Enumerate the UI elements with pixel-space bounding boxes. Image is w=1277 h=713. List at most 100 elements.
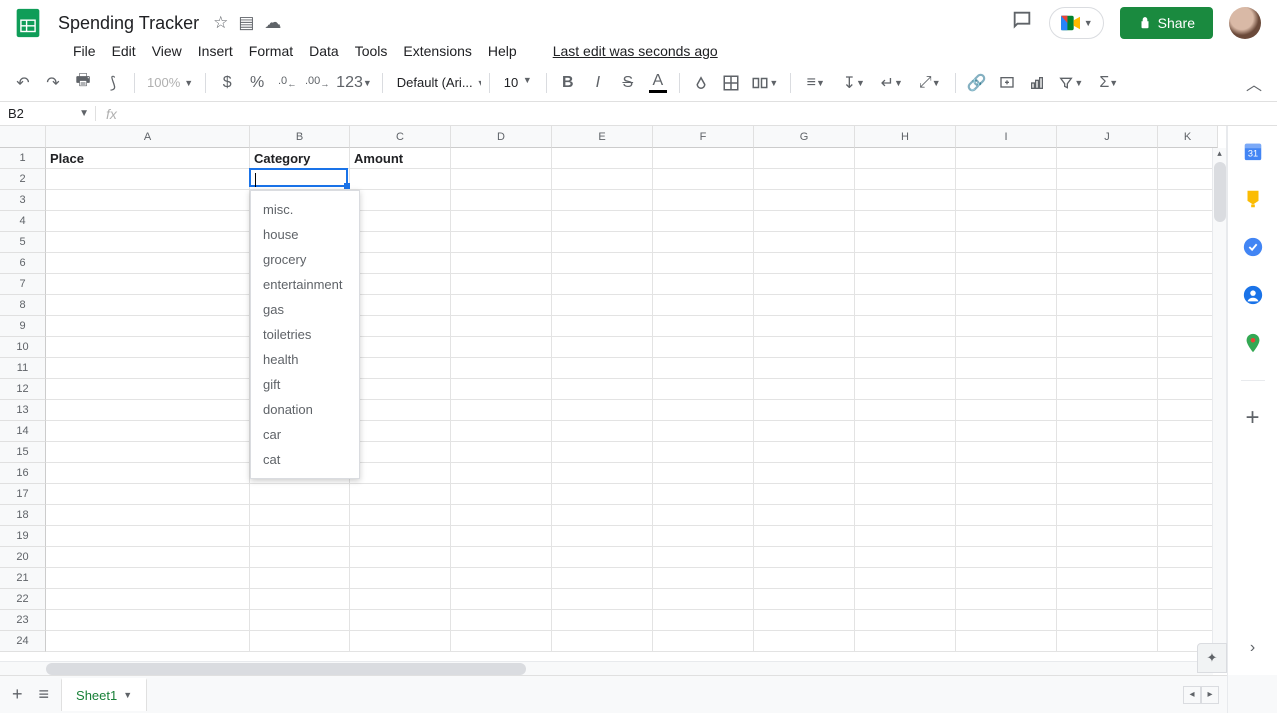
- cell[interactable]: [350, 253, 451, 274]
- cell[interactable]: [451, 316, 552, 337]
- row-header[interactable]: 5: [0, 232, 46, 253]
- row-header[interactable]: 9: [0, 316, 46, 337]
- cell[interactable]: [1158, 379, 1218, 400]
- cell[interactable]: [552, 568, 653, 589]
- cell[interactable]: [855, 337, 956, 358]
- active-cell[interactable]: [249, 168, 348, 187]
- cell[interactable]: [451, 295, 552, 316]
- cell[interactable]: [956, 421, 1057, 442]
- cell[interactable]: [653, 484, 754, 505]
- menu-view[interactable]: View: [145, 39, 189, 63]
- cell[interactable]: [1057, 169, 1158, 190]
- cell[interactable]: [46, 505, 250, 526]
- cell[interactable]: [754, 274, 855, 295]
- wrap-button[interactable]: ↵▼: [875, 70, 909, 96]
- more-formats-button[interactable]: 123▼: [334, 70, 374, 96]
- share-button[interactable]: Share: [1120, 7, 1213, 39]
- cell[interactable]: [956, 148, 1057, 169]
- cell[interactable]: [653, 442, 754, 463]
- cell[interactable]: [1158, 400, 1218, 421]
- cell[interactable]: [956, 358, 1057, 379]
- cell[interactable]: [552, 610, 653, 631]
- cell[interactable]: [1057, 337, 1158, 358]
- last-edit-link[interactable]: Last edit was seconds ago: [546, 39, 725, 63]
- cell[interactable]: [956, 526, 1057, 547]
- cell[interactable]: [552, 148, 653, 169]
- cell[interactable]: [250, 610, 350, 631]
- cell[interactable]: [451, 148, 552, 169]
- redo-button[interactable]: ↷: [40, 70, 66, 96]
- cell[interactable]: [855, 505, 956, 526]
- cell[interactable]: [855, 526, 956, 547]
- bold-button[interactable]: B: [555, 70, 581, 96]
- maps-icon[interactable]: [1242, 332, 1264, 354]
- cell[interactable]: [1158, 169, 1218, 190]
- cell[interactable]: [552, 484, 653, 505]
- move-icon[interactable]: ▤: [238, 13, 254, 33]
- cell[interactable]: [1158, 358, 1218, 379]
- cell[interactable]: [956, 442, 1057, 463]
- cell[interactable]: [956, 316, 1057, 337]
- cell[interactable]: [956, 631, 1057, 652]
- cell[interactable]: [855, 358, 956, 379]
- cell[interactable]: [653, 316, 754, 337]
- cell[interactable]: [754, 337, 855, 358]
- cell[interactable]: [1158, 274, 1218, 295]
- cell[interactable]: [754, 295, 855, 316]
- cell[interactable]: [451, 589, 552, 610]
- cell[interactable]: [46, 358, 250, 379]
- cell[interactable]: [855, 568, 956, 589]
- cell[interactable]: [451, 568, 552, 589]
- cell[interactable]: [754, 442, 855, 463]
- cell[interactable]: [956, 253, 1057, 274]
- cell[interactable]: [250, 484, 350, 505]
- row-header[interactable]: 2: [0, 169, 46, 190]
- cell[interactable]: [350, 400, 451, 421]
- font-select[interactable]: Default (Ari...▼: [391, 75, 481, 90]
- cell[interactable]: [1057, 631, 1158, 652]
- cell[interactable]: [855, 295, 956, 316]
- cell[interactable]: [1158, 526, 1218, 547]
- menu-data[interactable]: Data: [302, 39, 346, 63]
- comment-button[interactable]: [994, 70, 1020, 96]
- name-box[interactable]: B2▼: [0, 106, 96, 121]
- cell[interactable]: [350, 547, 451, 568]
- cell[interactable]: [1158, 253, 1218, 274]
- cell[interactable]: [754, 169, 855, 190]
- cell[interactable]: [855, 631, 956, 652]
- hide-side-panel-icon[interactable]: ›: [1242, 639, 1264, 661]
- cell[interactable]: [1158, 484, 1218, 505]
- cell[interactable]: [956, 379, 1057, 400]
- row-header[interactable]: 12: [0, 379, 46, 400]
- cell[interactable]: [451, 274, 552, 295]
- cell[interactable]: [653, 190, 754, 211]
- cell[interactable]: [855, 379, 956, 400]
- dropdown-option[interactable]: entertainment: [251, 272, 359, 297]
- cell[interactable]: [1057, 358, 1158, 379]
- dropdown-option[interactable]: cat: [251, 447, 359, 472]
- cell[interactable]: [754, 148, 855, 169]
- cell[interactable]: [754, 526, 855, 547]
- row-header[interactable]: 15: [0, 442, 46, 463]
- cell[interactable]: [46, 295, 250, 316]
- cell[interactable]: [350, 337, 451, 358]
- cell[interactable]: [754, 211, 855, 232]
- cell[interactable]: [350, 589, 451, 610]
- row-header[interactable]: 13: [0, 400, 46, 421]
- row-header[interactable]: 24: [0, 631, 46, 652]
- cell[interactable]: [855, 274, 956, 295]
- strikethrough-button[interactable]: S: [615, 70, 641, 96]
- fill-color-button[interactable]: [688, 70, 714, 96]
- cell[interactable]: [653, 547, 754, 568]
- dropdown-option[interactable]: gas: [251, 297, 359, 322]
- dropdown-option[interactable]: house: [251, 222, 359, 247]
- cell[interactable]: [350, 232, 451, 253]
- cell[interactable]: [754, 505, 855, 526]
- vertical-scrollbar[interactable]: ▴▾: [1212, 148, 1226, 661]
- paint-format-button[interactable]: ⟆: [100, 70, 126, 96]
- document-title[interactable]: Spending Tracker: [52, 11, 205, 36]
- cell[interactable]: [1057, 400, 1158, 421]
- cell[interactable]: [855, 169, 956, 190]
- cell[interactable]: [451, 505, 552, 526]
- cell[interactable]: [653, 274, 754, 295]
